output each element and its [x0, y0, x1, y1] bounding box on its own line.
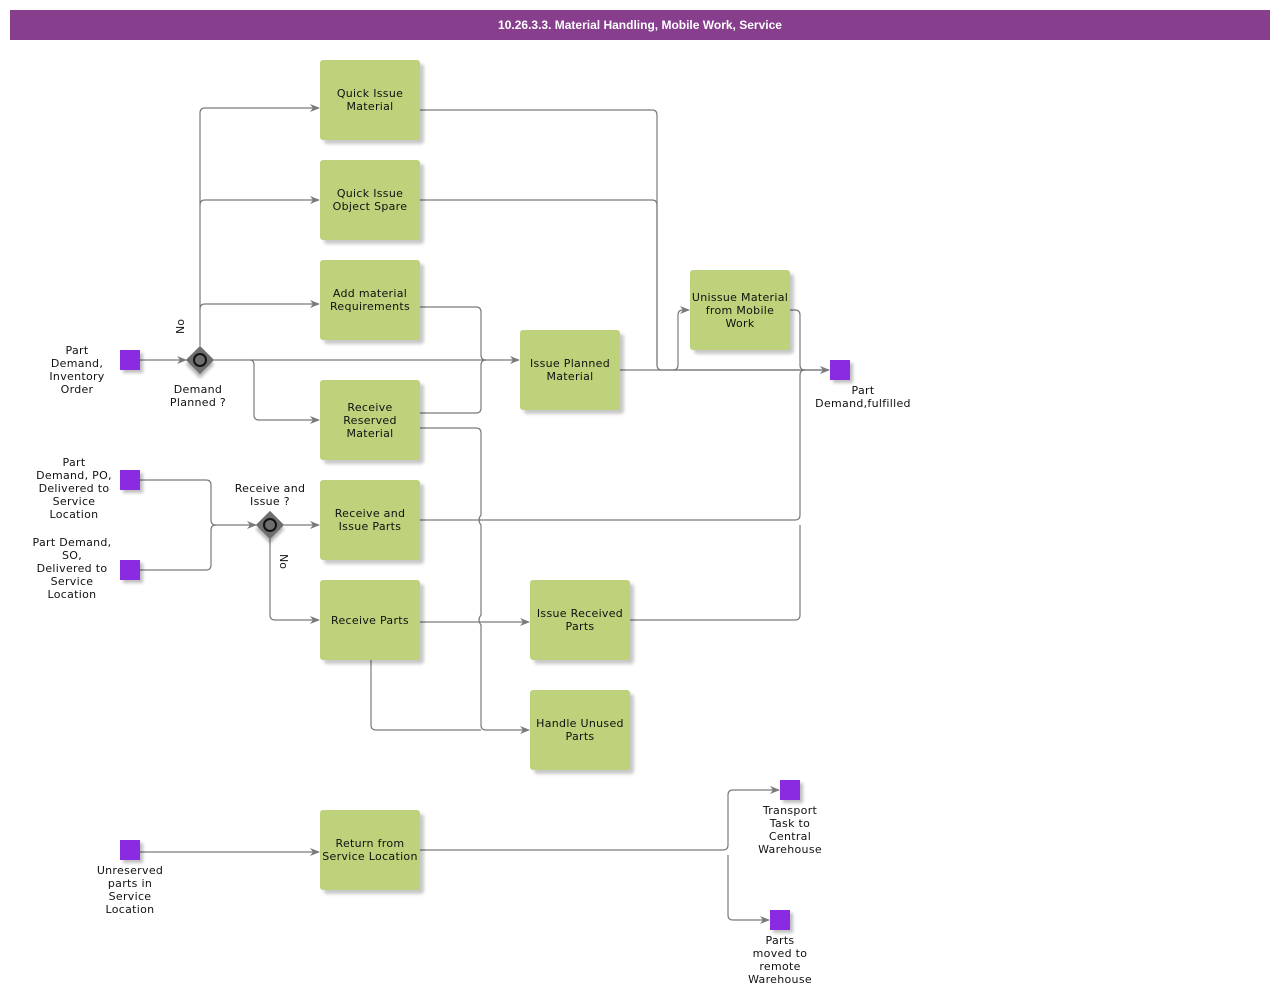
task-label: Receive Parts	[331, 613, 409, 627]
event-part-demand-po[interactable]	[120, 470, 140, 490]
task-label: Handle Unused Parts	[536, 717, 624, 743]
connector-layer	[140, 104, 830, 924]
flow-return-to-remote	[727, 855, 770, 924]
task-receive-reserved-material[interactable]: Receive Reserved Material	[320, 380, 420, 460]
flow-so-to-gateway	[140, 524, 217, 571]
task-label: Issue Received Parts	[536, 607, 624, 633]
event-transport-task[interactable]	[780, 780, 800, 800]
event-label: Part Demand, Inventory Order	[49, 344, 105, 396]
flow-unissue-to-end	[790, 309, 806, 371]
flow-return-to-transport	[420, 786, 780, 851]
task-quick-issue-material[interactable]: Quick Issue Material	[320, 60, 420, 140]
flow-gateway-to-quick-issue-object	[199, 196, 320, 206]
task-label: Quick Issue Material	[336, 87, 404, 113]
task-label: Quick Issue Object Spare	[332, 187, 408, 213]
task-handle-unused-parts[interactable]: Handle Unused Parts	[530, 690, 630, 770]
task-add-material-requirements[interactable]: Add material Requirements	[320, 260, 420, 340]
flow-receive-parts-to-handle-unused	[370, 660, 481, 731]
flow-gateway-to-receive-reserved	[249, 359, 320, 424]
gateway-label: Receive and Issue ?	[234, 482, 306, 508]
task-label: Unissue Material from Mobile Work	[691, 290, 789, 330]
flow-gateway-to-quick-issue-material	[199, 104, 320, 346]
flow-gateway-to-add-material	[199, 300, 320, 310]
event-label: Parts moved to remote Warehouse	[748, 934, 812, 986]
flow-receive-reserved-to-handle-unused	[420, 427, 530, 734]
event-label: Unreserved parts in Service Location	[96, 864, 164, 916]
task-label: Add material Requirements	[329, 287, 411, 313]
task-unissue-material[interactable]: Unissue Material from Mobile Work	[690, 270, 790, 350]
flow-label-no: No	[173, 319, 187, 334]
event-label: Part Demand,fulfilled	[815, 384, 911, 410]
gateway-label: Demand Planned ?	[169, 383, 227, 409]
flow-label-no: No	[276, 554, 290, 569]
flow-receive-reserved-to-issue-planned	[420, 359, 487, 414]
task-label: Receive Reserved Material	[343, 400, 397, 440]
event-unreserved-parts[interactable]	[120, 840, 140, 860]
task-label: Issue Planned Material	[530, 357, 610, 383]
event-part-demand-so[interactable]	[120, 560, 140, 580]
task-label: Return from Service Location	[322, 837, 418, 863]
task-label: Receive and Issue Parts	[334, 507, 406, 533]
task-quick-issue-object-spare[interactable]: Quick Issue Object Spare	[320, 160, 420, 240]
flow-gateway2-to-receive-parts	[269, 539, 320, 624]
task-issue-planned-material[interactable]: Issue Planned Material	[520, 330, 620, 410]
event-label: Transport Task to Central Warehouse	[758, 804, 822, 856]
event-label: Part Demand, SO, Delivered to Service Lo…	[32, 536, 112, 601]
flow-issue-received-to-end	[630, 525, 801, 621]
task-receive-and-issue-parts[interactable]: Receive and Issue Parts	[320, 480, 420, 560]
event-parts-moved-remote[interactable]	[770, 910, 790, 930]
task-receive-parts[interactable]: Receive Parts	[320, 580, 420, 660]
event-label: Part Demand, PO, Delivered to Service Lo…	[36, 456, 112, 521]
event-part-demand-inventory-order[interactable]	[120, 350, 140, 370]
flow-issue-planned-to-unissue	[672, 306, 690, 371]
task-issue-received-parts[interactable]: Issue Received Parts	[530, 580, 630, 660]
flow-add-material-to-issue-planned	[420, 306, 487, 361]
task-return-from-service-location[interactable]: Return from Service Location	[320, 810, 420, 890]
event-part-demand-fulfilled[interactable]	[830, 360, 850, 380]
